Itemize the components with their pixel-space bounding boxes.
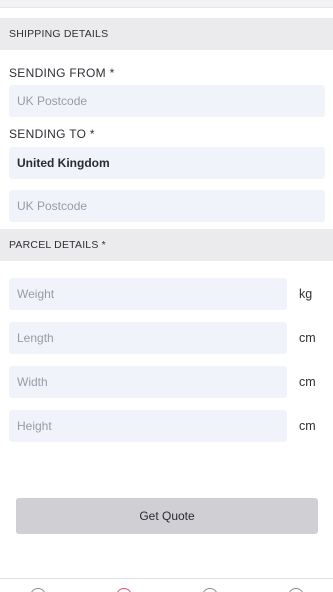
top-strip [0,0,333,8]
weight-row: Weight kg [9,278,325,310]
sending-to-postcode-input[interactable]: UK Postcode [9,190,325,222]
app-screen: SHIPPING DETAILS SENDING FROM * UK Postc… [0,0,333,592]
get-quote-button[interactable]: Get Quote [16,498,318,534]
weight-input[interactable]: Weight [9,278,287,310]
height-row: Height cm [9,410,325,442]
parcel-details-title: PARCEL DETAILS * [9,239,106,251]
length-input[interactable]: Length [9,322,287,354]
sending-from-postcode-input[interactable]: UK Postcode [9,85,325,117]
width-input[interactable]: Width [9,366,287,398]
length-row: Length cm [9,322,325,354]
height-unit: cm [299,419,316,433]
shipping-details-header: SHIPPING DETAILS [0,18,333,50]
sending-to-country-value: United Kingdom [17,156,110,170]
sending-to-country-select[interactable]: United Kingdom [9,147,325,179]
get-quote-label: Get Quote [139,509,195,523]
sending-to-label: SENDING TO * [9,127,95,141]
bottom-nav [0,578,333,592]
weight-placeholder: Weight [17,287,55,301]
height-input[interactable]: Height [9,410,287,442]
height-placeholder: Height [17,419,52,433]
length-unit: cm [299,331,316,345]
width-placeholder: Width [17,375,48,389]
weight-unit: kg [299,287,313,301]
width-unit: cm [299,375,316,389]
sending-from-placeholder: UK Postcode [17,94,88,108]
width-row: Width cm [9,366,325,398]
nav-icon-3[interactable] [202,588,218,592]
nav-icon-1[interactable] [30,588,46,592]
nav-icon-4[interactable] [288,588,304,592]
nav-icon-2[interactable] [116,588,132,592]
length-placeholder: Length [17,331,54,345]
sending-to-placeholder: UK Postcode [17,199,88,213]
shipping-details-title: SHIPPING DETAILS [9,28,109,40]
sending-from-label: SENDING FROM * [9,66,115,80]
parcel-details-header: PARCEL DETAILS * [0,229,333,261]
